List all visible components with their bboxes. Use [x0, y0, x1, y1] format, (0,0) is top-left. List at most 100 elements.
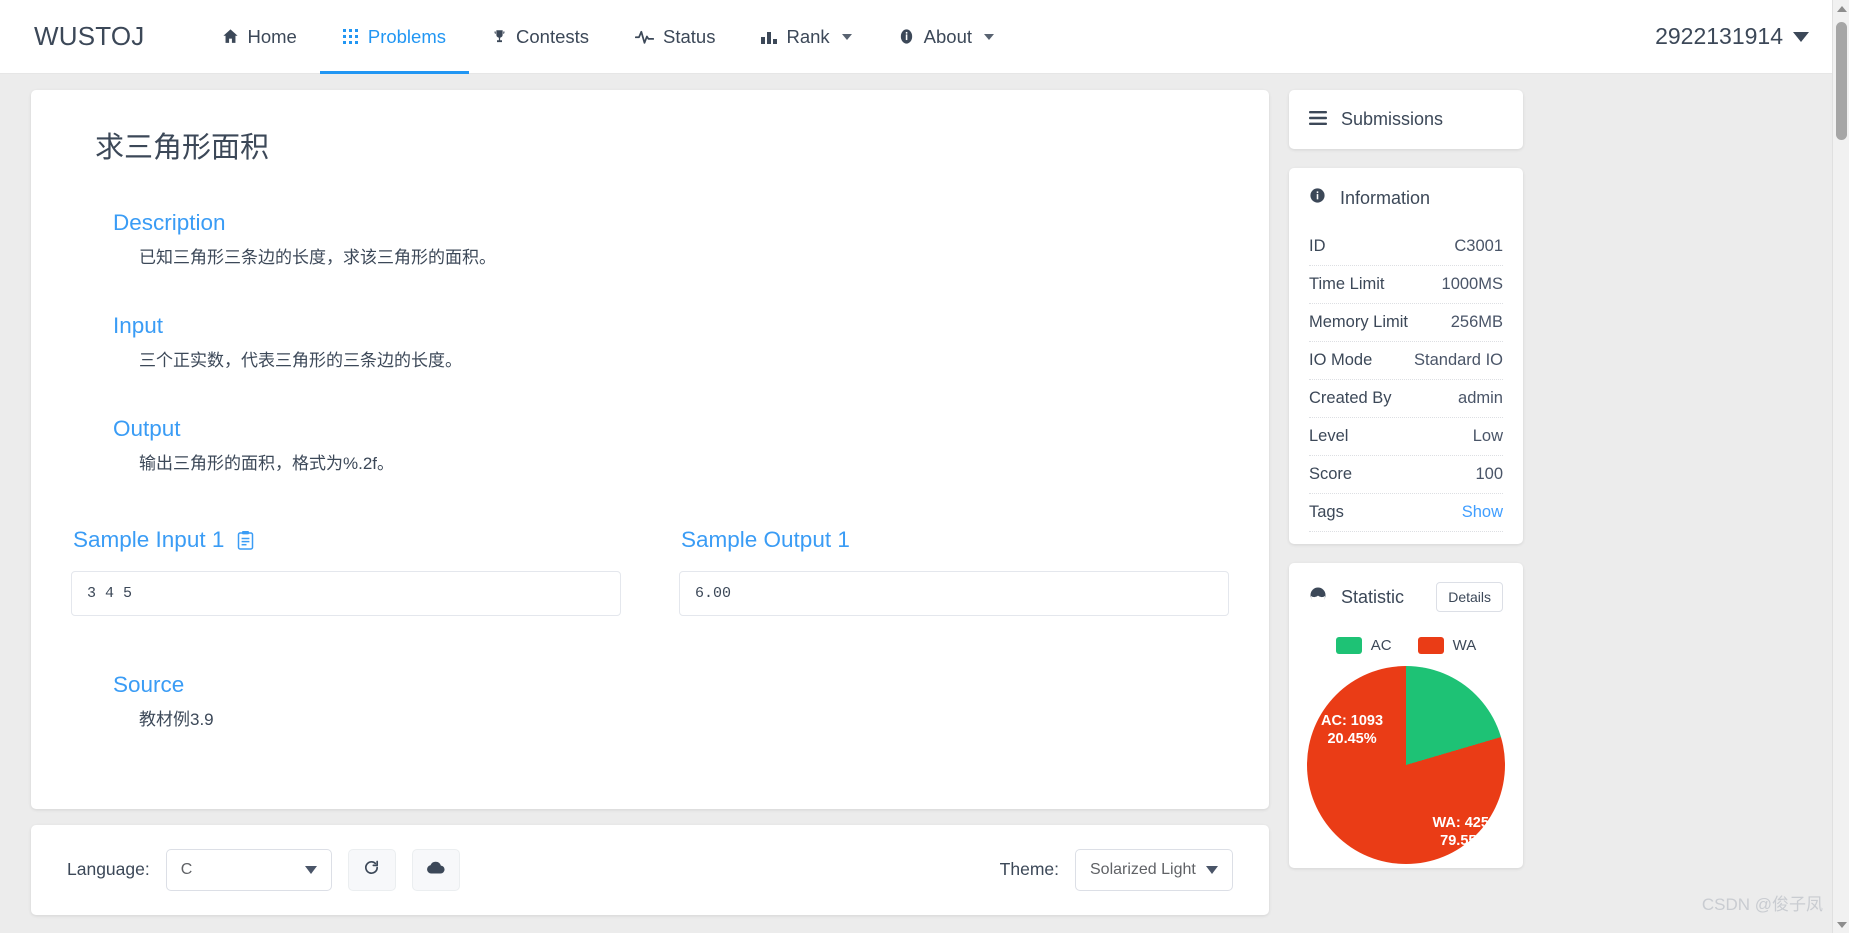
info-key: Level — [1309, 427, 1349, 445]
info-icon — [898, 28, 915, 45]
information-header: Information — [1289, 168, 1523, 228]
top-navbar: WUSTOJ Home Problems Contests Status Ran… — [0, 0, 1849, 74]
sample-output-label: Sample Output 1 — [681, 526, 850, 552]
page-scrollbar[interactable] — [1832, 0, 1849, 933]
scroll-down-arrow-icon[interactable] — [1833, 916, 1849, 933]
pie-label-ac-line1: AC: 1093 — [1321, 713, 1384, 729]
theme-value: Solarized Light — [1090, 860, 1196, 878]
scrollbar-thumb[interactable] — [1836, 22, 1847, 140]
information-panel: Information ID C3001 Time Limit 1000MS M… — [1289, 168, 1523, 544]
grid-icon — [342, 28, 359, 45]
info-key: Created By — [1309, 389, 1392, 407]
legend-item-wa[interactable]: WA — [1417, 637, 1476, 654]
pie-label-wa-line1: WA: 4253 — [1432, 814, 1497, 831]
info-row-level: Level Low — [1309, 418, 1503, 456]
nav-label-about: About — [923, 25, 973, 47]
theme-label: Theme: — [999, 859, 1059, 880]
sample-input-label: Sample Input 1 — [73, 526, 225, 552]
pie-chart: AC: 1093 20.45% WA: 4253 79.55% — [1289, 666, 1523, 868]
info-row-score: Score 100 — [1309, 456, 1503, 494]
legend-label-ac: AC — [1370, 637, 1392, 654]
tags-show-link[interactable]: Show — [1462, 503, 1503, 522]
sample-output-heading: Sample Output 1 — [681, 527, 1229, 553]
sample-input-block: Sample Input 1 3 4 5 — [71, 527, 621, 616]
statistic-label: Statistic — [1341, 586, 1405, 607]
statistic-header: Statistic Details — [1289, 563, 1523, 631]
scroll-up-arrow-icon[interactable] — [1833, 0, 1849, 17]
main-column: 求三角形面积 Description 已知三角形三条边的长度，求该三角形的面积。… — [31, 90, 1269, 915]
nav-links: Home Problems Contests Status Rank About — [199, 0, 1018, 74]
clipboard-icon[interactable] — [237, 530, 254, 550]
statistic-panel: Statistic Details AC WA AC: 1093 20.45% — [1289, 563, 1523, 868]
section-heading-description: Description — [113, 210, 226, 235]
nav-item-status[interactable]: Status — [612, 0, 738, 74]
info-value: Standard IO — [1414, 351, 1503, 369]
language-label: Language: — [67, 859, 150, 880]
info-row-memory-limit: Memory Limit 256MB — [1309, 304, 1503, 342]
language-select[interactable]: C — [165, 848, 332, 891]
legend-item-ac[interactable]: AC — [1335, 637, 1392, 654]
pie-label-ac-line2: 20.45% — [1327, 731, 1377, 748]
info-value: 1000MS — [1441, 275, 1503, 293]
info-key: IO Mode — [1309, 351, 1373, 369]
section-body-description: 已知三角形三条边的长度，求该三角形的面积。 — [139, 248, 496, 267]
user-name: 2922131914 — [1655, 23, 1783, 49]
info-value: C3001 — [1454, 237, 1503, 255]
information-label: Information — [1340, 187, 1431, 208]
brand-logo[interactable]: WUSTOJ — [34, 21, 145, 52]
page-title: 求三角形面积 — [95, 132, 270, 164]
trophy-icon — [492, 28, 507, 45]
nav-label-problems: Problems — [367, 25, 446, 47]
details-button[interactable]: Details — [1436, 582, 1503, 612]
sidebar: Submissions Information ID C3001 Time Li… — [1289, 90, 1523, 887]
info-row-io-mode: IO Mode Standard IO — [1309, 342, 1503, 380]
chevron-down-icon — [1206, 865, 1218, 874]
info-value: Low — [1472, 427, 1503, 445]
submissions-header[interactable]: Submissions — [1289, 90, 1523, 149]
nav-label-status: Status — [663, 25, 716, 47]
info-key: Memory Limit — [1309, 313, 1409, 331]
section-body-output: 输出三角形的面积，格式为%.2f。 — [139, 453, 395, 473]
pie-chart-circle[interactable]: AC: 1093 20.45% WA: 4253 79.55% — [1307, 666, 1505, 864]
nav-label-home: Home — [247, 25, 297, 47]
cloud-upload-icon — [426, 860, 445, 880]
home-icon — [222, 28, 239, 45]
legend-swatch-ac — [1335, 637, 1362, 654]
pie-label-wa-line2: 79.55% — [1440, 832, 1490, 849]
language-value: C — [180, 860, 193, 878]
submit-button[interactable] — [411, 848, 460, 891]
info-key: Score — [1309, 465, 1353, 483]
section-body-source: 教材例3.9 — [139, 709, 214, 729]
sample-input-value: 3 4 5 — [71, 570, 621, 616]
source-block: Source 教材例3.9 — [71, 672, 1229, 735]
nav-item-about[interactable]: About — [875, 0, 1017, 74]
bar-chart-icon — [761, 29, 778, 44]
pie-label-ac: AC: 1093 20.45% — [1321, 712, 1383, 748]
chevron-down-icon — [841, 33, 852, 40]
info-row-created-by: Created By admin — [1309, 380, 1503, 418]
user-menu[interactable]: 2922131914 — [1655, 23, 1823, 50]
section-body-input: 三个正实数，代表三角形的三条边的长度。 — [139, 350, 462, 370]
nav-item-problems[interactable]: Problems — [319, 0, 470, 74]
nav-item-rank[interactable]: Rank — [738, 0, 874, 74]
submissions-label: Submissions — [1341, 109, 1444, 129]
section-heading-input: Input — [113, 312, 164, 338]
page-body: 求三角形面积 Description 已知三角形三条边的长度，求该三角形的面积。… — [0, 74, 1849, 933]
info-key: Time Limit — [1309, 275, 1385, 293]
info-value: 256MB — [1450, 313, 1503, 331]
pie-label-wa: WA: 4253 79.55% — [1433, 814, 1497, 850]
info-row-tags: Tags Show — [1309, 494, 1503, 532]
samples-row: Sample Input 1 3 4 5 Sample Output 1 6.0… — [71, 527, 1229, 616]
submissions-panel[interactable]: Submissions — [1289, 90, 1523, 149]
nav-item-home[interactable]: Home — [199, 0, 320, 74]
theme-select[interactable]: Solarized Light — [1075, 848, 1233, 891]
info-circle-icon — [1309, 187, 1326, 209]
info-value: 100 — [1475, 465, 1503, 483]
info-row-time-limit: Time Limit 1000MS — [1309, 266, 1503, 304]
section-heading-output: Output — [113, 415, 181, 441]
info-value: admin — [1458, 389, 1503, 407]
info-key: ID — [1309, 237, 1326, 255]
reset-button[interactable] — [347, 848, 396, 891]
nav-label-contests: Contests — [516, 25, 590, 47]
nav-item-contests[interactable]: Contests — [469, 0, 612, 74]
